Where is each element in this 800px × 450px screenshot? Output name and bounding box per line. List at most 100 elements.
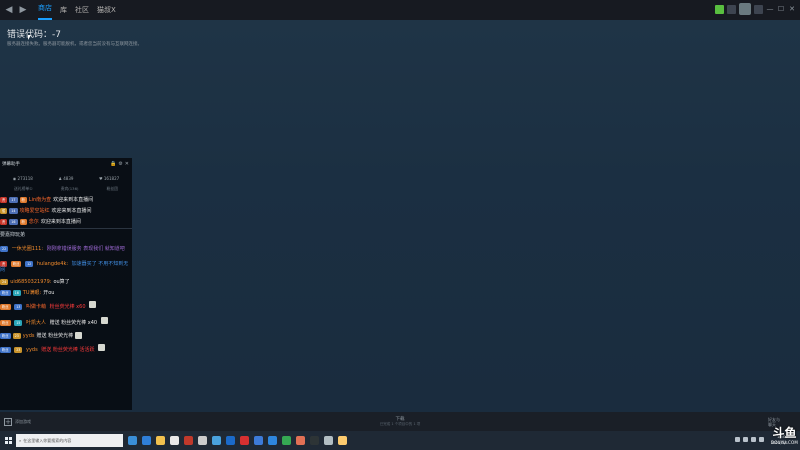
system-tray [735,437,764,442]
message-block: 贵 粉丝 12 hulangde4k: 加速器买了 不用不知到无网 [0,260,132,274]
danmaku-panel: 弹幕助手 🔒 ⚙ ✕ ◉ 273118 ♟ 4839 ♥ 161827 送礼榜单… [0,158,132,410]
username[interactable]: uid6850321979: [10,279,51,285]
edge-icon[interactable] [142,436,151,445]
app-black-icon[interactable] [310,436,319,445]
avatar[interactable] [739,3,751,15]
task-view-icon[interactable] [128,436,137,445]
app-dark-blue-icon[interactable] [226,436,235,445]
plus-icon: + [4,418,12,426]
tab-fan-club[interactable]: 粉丝团 [107,186,118,194]
app-white-icon[interactable] [198,436,207,445]
noble-badge: 侯 [0,207,8,214]
chrome-icon[interactable] [282,436,291,445]
douyu-logo: 斗鱼 [772,426,797,440]
steam-bottom-bar: + 添加游戏 下载 已完成 1 个项目中的 1 项 好友与聊天 [0,412,800,431]
app-rec-icon[interactable] [240,436,249,445]
fan-badge: 粉丝 [0,332,11,339]
gear-icon[interactable]: ⚙ [118,161,122,167]
minimize-icon[interactable]: — [766,5,774,13]
message-text: 赠送 粉丝荧光棒 x40 [49,320,98,327]
noble-badge: 贵 [0,260,8,267]
ime-icon[interactable] [759,437,764,442]
app-grey-icon[interactable] [324,436,333,445]
app-yellow-icon[interactable] [338,436,347,445]
list-item: 粉丝 15 叶凯大人 赠送 粉丝荧光棒 x40 [0,314,132,330]
username[interactable]: TU满眼: [23,289,41,296]
mouse-cursor-icon [28,35,31,40]
start-button[interactable] [0,431,16,450]
list-item: 贵 17 粉 Lin南为查 欢迎来到本直播间 [0,194,132,205]
username[interactable]: yyds [26,347,38,353]
add-game-button[interactable]: + 添加游戏 [4,418,31,426]
noble-badge: 贵 [0,218,8,225]
level-badge: 13 [14,304,23,311]
notification-icon[interactable] [727,4,736,14]
lock-icon[interactable]: 🔒 [110,161,116,167]
danmaku-stats: ◉ 273118 ♟ 4839 ♥ 161827 [0,170,132,186]
forward-arrow-icon[interactable]: ▶ [18,3,28,17]
username[interactable]: 攻略爱空站红 [20,207,50,214]
menu-item-store[interactable]: 商店 [38,0,52,20]
close-icon[interactable]: ✕ [788,5,796,13]
folder-icon[interactable] [156,436,165,445]
chevron-up-icon[interactable] [735,437,740,442]
volume-icon[interactable] [751,437,756,442]
message-block: 粉丝 15 叶凯大人 赠送 粉丝荧光棒 x40 [0,317,108,327]
app-light-blue-icon[interactable] [268,436,277,445]
message-text: 粉丝荧光棒 x60 [49,304,86,311]
menu-item-library[interactable]: 库 [60,0,67,20]
danmaku-title: 弹幕助手 [2,162,20,167]
message-block: 粉丝 23 yyds 赠送 粉丝荧光棒 活活跃 [0,344,106,354]
broadcast-icon[interactable] [715,4,724,14]
username[interactable]: hulangde4k: [37,261,68,267]
store-icon[interactable] [170,436,179,445]
username[interactable]: 叶凯大人 [26,320,46,326]
download-status[interactable]: 下载 已完成 1 个项目中的 1 项 [370,416,430,427]
app-blue-icon[interactable] [212,436,221,445]
message-text: 赠送 粉丝荧光棒 [36,333,74,339]
message-text: 刚刚拿错误服务 表现我们 就知道吧 [46,245,125,252]
network-icon[interactable] [743,437,748,442]
list-item: 贵 16 粉 念尔 欢迎来到本直播间 [0,216,132,227]
download-subtitle: 已完成 1 个项目中的 1 项 [379,422,421,426]
tab-gift-rank[interactable]: 送礼榜单① [14,186,33,194]
list-item: 粉丝 23 yyds 赠送 粉丝荧光棒 [0,330,132,341]
section-header: 要嘉抑玩弟 [0,228,132,240]
windows-logo-icon [4,437,12,444]
back-arrow-icon[interactable]: ◀ [4,3,14,17]
maximize-icon[interactable]: ☐ [777,5,785,13]
taskbar-apps [128,436,347,445]
app-red-icon[interactable] [184,436,193,445]
taskbar-search-input[interactable]: ⌕ 在这里输入你要搜索的内容 [16,434,123,447]
level-badge: 15 [14,320,23,327]
message-block: 粉丝 13 叫做卡萌 粉丝荧光棒 x60 [0,301,97,311]
message-text: 开ou [43,290,55,296]
list-item: 侯 14 攻略爱空站红 欢迎来到本直播间 [0,205,132,216]
menu-item-community[interactable]: 社区 [75,0,89,20]
username[interactable]: 叫做卡萌 [26,304,46,310]
list-item: 粉丝 13 叫做卡萌 粉丝荧光棒 x60 [0,298,132,314]
tab-vip[interactable]: 贵宾(136) [61,186,79,194]
username[interactable]: 一休光圈111: [12,246,43,252]
screen-icon[interactable] [754,4,763,14]
fan-badge: 粉丝 [0,347,11,354]
add-game-label: 添加游戏 [15,419,31,424]
list-item: 24 uid6850321979: ou算了 [0,276,132,287]
username[interactable]: yyds [23,333,35,339]
fan-badge: 粉丝 [10,260,22,267]
fan-badge: 粉丝 [0,304,11,311]
username[interactable]: 念尔 [29,218,39,225]
username[interactable]: Lin南为查 [29,196,51,203]
list-item: 22 一休光圈111: 刚刚拿错误服务 表现我们 就知道吧 [0,240,132,258]
close-icon[interactable]: ✕ [125,161,129,167]
menu-item-profile[interactable]: 猫叔X [97,0,116,20]
glowstick-icon [89,301,97,309]
stat-fans: ♟ 4839 [58,175,74,181]
message-block: 22 一休光圈111: 刚刚拿错误服务 表现我们 就知道吧 [0,245,125,253]
message-text: 欢迎来到本直播间 [40,219,81,225]
douyu-url: DOUYU.COM [771,440,798,445]
app-orange-icon[interactable] [296,436,305,445]
app-steam-icon[interactable] [254,436,263,445]
error-description: 服务器连接失败。服务器可能脱机，或者您当前没有与互联网连接。 [7,42,142,47]
glowstick-icon [100,317,108,325]
